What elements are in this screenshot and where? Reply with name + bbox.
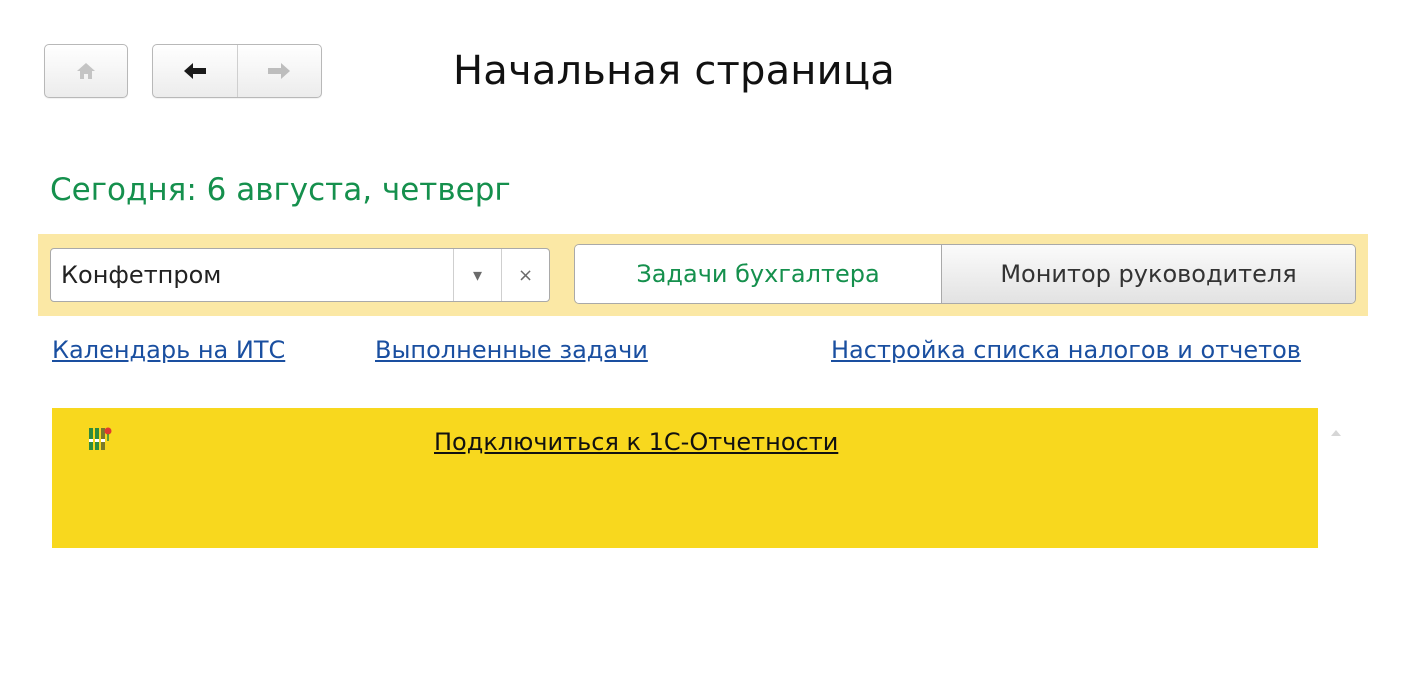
calendar-link[interactable]: Календарь на ИТС — [52, 336, 285, 364]
reporting-icon — [89, 427, 112, 450]
mode-switch: Задачи бухгалтера Монитор руководителя — [574, 244, 1356, 304]
back-button[interactable] — [153, 45, 237, 97]
today-date: Сегодня: 6 августа, четверг — [50, 172, 511, 208]
clear-button[interactable]: × — [501, 249, 549, 301]
tab-accountant-tasks[interactable]: Задачи бухгалтера — [575, 245, 941, 303]
taxes-settings-link[interactable]: Настройка списка налогов и отчетов — [831, 336, 1301, 364]
toolbar-band: Конфетпром ▾ × Задачи бухгалтера Монитор… — [38, 234, 1368, 316]
arrow-right-icon — [268, 63, 291, 79]
close-icon: × — [517, 264, 534, 286]
tab-manager-monitor[interactable]: Монитор руководителя — [941, 245, 1355, 303]
reporting-notice-panel: Подключиться к 1С-Отчетности — [52, 408, 1318, 548]
scroll-up-icon[interactable] — [1330, 428, 1342, 438]
organization-select[interactable]: Конфетпром ▾ × — [50, 248, 550, 302]
completed-tasks-link[interactable]: Выполненные задачи — [375, 336, 648, 364]
home-button-group — [44, 44, 128, 98]
home-icon — [77, 63, 95, 79]
organization-input[interactable]: Конфетпром — [51, 249, 453, 301]
dropdown-button[interactable]: ▾ — [453, 249, 501, 301]
arrow-left-icon — [183, 63, 206, 79]
chevron-down-icon: ▾ — [472, 264, 483, 286]
home-button[interactable] — [45, 45, 127, 97]
forward-button[interactable] — [236, 45, 322, 97]
connect-reporting-link[interactable]: Подключиться к 1С-Отчетности — [434, 428, 838, 456]
page-title: Начальная страница — [453, 48, 895, 94]
history-button-group — [152, 44, 322, 98]
